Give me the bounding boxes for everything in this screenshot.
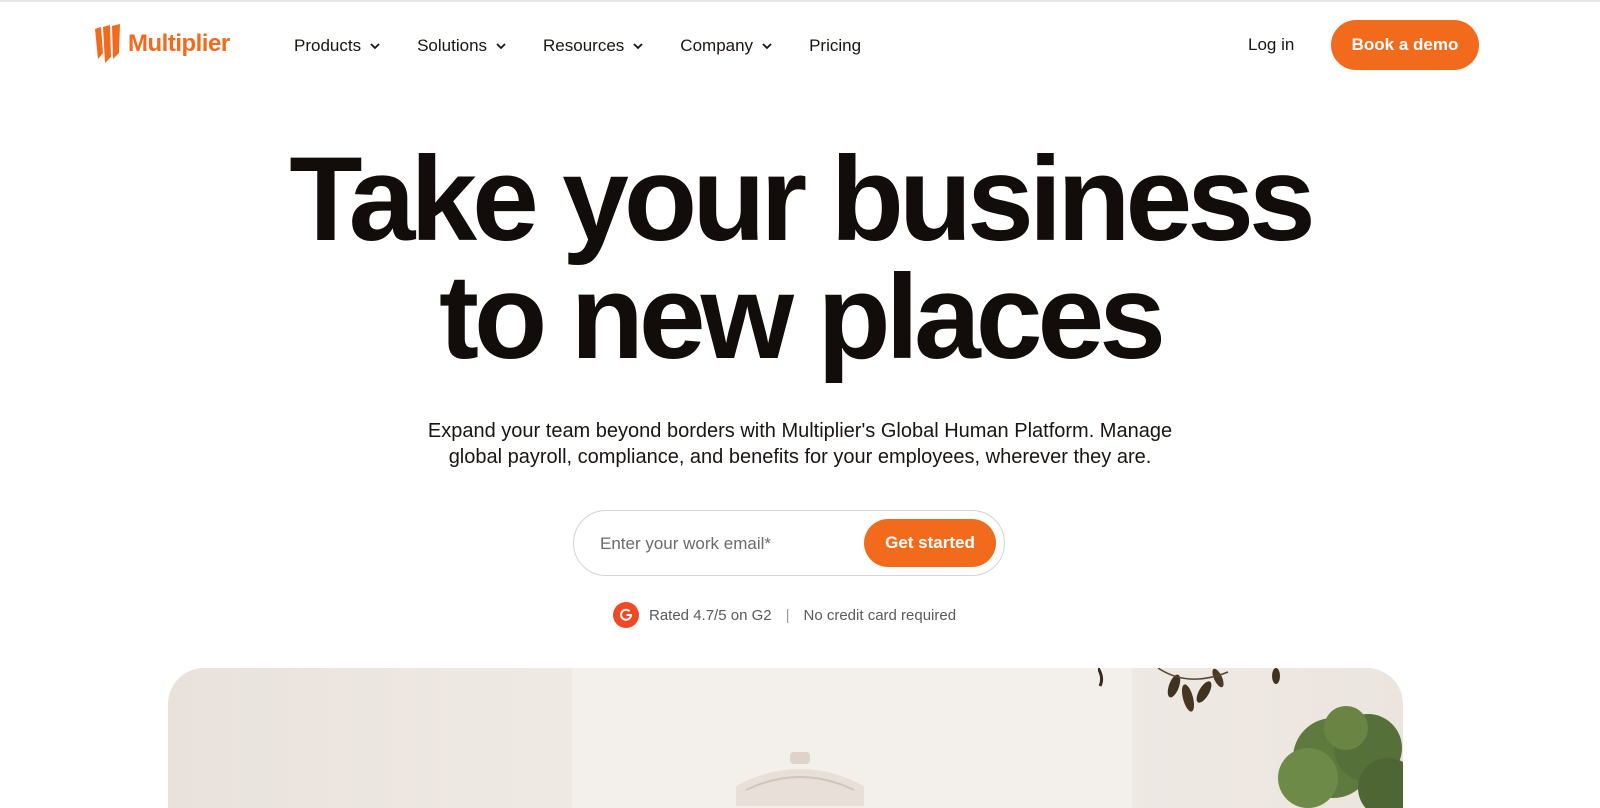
book-demo-button[interactable]: Book a demo: [1331, 20, 1479, 70]
nav-item-label: Pricing: [809, 36, 862, 55]
login-link[interactable]: Log in: [1248, 35, 1294, 55]
hero-subtitle-line: global payroll, compliance, and benefits…: [448, 446, 1152, 468]
multiplier-logo-icon: [95, 24, 120, 63]
email-signup-form: Get started: [573, 510, 1005, 576]
main-menu: Products Solutions Resources Company Pri…: [294, 30, 861, 62]
hero-title: Take your business to new places: [0, 132, 1600, 384]
nav-item-label: Products: [294, 36, 362, 55]
nav-item-label: Company: [680, 36, 754, 55]
brand-logo[interactable]: Multiplier: [92, 22, 230, 66]
building-dome-graphic: [736, 752, 864, 806]
nav-item-resources[interactable]: Resources: [543, 36, 644, 56]
hero-title-line: to new places: [439, 250, 1166, 384]
rating-divider: |: [785, 606, 790, 624]
no-credit-card-text: No credit card required: [803, 606, 957, 624]
nav-item-label: Solutions: [417, 36, 488, 55]
brand-name: Multiplier: [128, 30, 230, 57]
work-email-input[interactable]: [600, 527, 850, 561]
top-navigation: Multiplier Products Solutions Resources …: [0, 2, 1600, 88]
hero-subtitle: Expand your team beyond borders with Mul…: [300, 418, 1300, 470]
rating-text: Rated 4.7/5 on G2: [649, 606, 772, 624]
nav-item-solutions[interactable]: Solutions: [417, 36, 507, 56]
hero-photo: [168, 668, 1403, 808]
chevron-down-icon: [496, 43, 506, 50]
chevron-down-icon: [370, 43, 380, 50]
hero-title-line: Take your business: [289, 132, 1316, 266]
hero-subtitle-line: Expand your team beyond borders with Mul…: [427, 420, 1173, 442]
nav-item-label: Resources: [543, 36, 625, 55]
nav-item-products[interactable]: Products: [294, 36, 381, 56]
get-started-button[interactable]: Get started: [864, 519, 996, 567]
tree-graphic: [1278, 706, 1403, 808]
nav-item-company[interactable]: Company: [680, 36, 773, 56]
g2-icon: [613, 602, 639, 628]
rating-strip: Rated 4.7/5 on G2 | No credit card requi…: [613, 602, 956, 628]
chevron-down-icon: [762, 43, 772, 50]
chevron-down-icon: [633, 43, 643, 50]
nav-item-pricing[interactable]: Pricing: [809, 36, 861, 56]
